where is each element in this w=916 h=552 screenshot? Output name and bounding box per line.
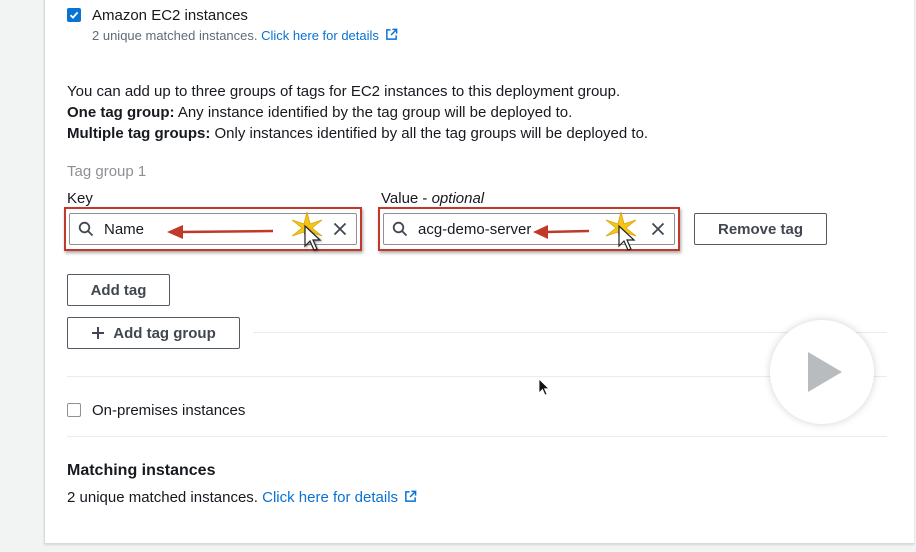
tag-group-title: Tag group 1 [67, 163, 147, 180]
add-tag-group-button[interactable]: Add tag group [67, 317, 240, 349]
add-tag-group-label: Add tag group [113, 324, 216, 342]
ec2-details-link-label: Click here for details [261, 28, 379, 43]
ec2-instances-label: Amazon EC2 instances [92, 7, 248, 24]
matching-details-link[interactable]: Click here for details [262, 489, 417, 506]
matching-instances-title: Matching instances [67, 462, 216, 479]
deployment-group-panel: Amazon EC2 instances 2 unique matched in… [44, 0, 914, 544]
plus-icon [92, 327, 105, 339]
one-tag-group-label: One tag group: [67, 104, 175, 121]
ec2-details-link[interactable]: Click here for details [261, 28, 398, 43]
mouse-cursor-icon [538, 378, 550, 396]
info-line-2: One tag group: Any instance identified b… [67, 102, 887, 123]
remove-tag-button[interactable]: Remove tag [694, 213, 827, 245]
external-link-icon [405, 490, 417, 502]
info-line-3: Multiple tag groups: Only instances iden… [67, 123, 887, 144]
ec2-instances-checkbox[interactable] [67, 8, 81, 22]
multi-tag-group-text: Only instances identified by all the tag… [210, 125, 649, 142]
one-tag-group-text: Any instance identified by the tag group… [174, 104, 573, 121]
on-premises-checkbox[interactable] [67, 403, 81, 417]
add-tag-button[interactable]: Add tag [67, 274, 170, 306]
video-play-button[interactable] [770, 320, 874, 424]
divider [67, 376, 887, 377]
play-icon [808, 352, 842, 392]
divider [67, 436, 887, 437]
ec2-matched-count: 2 unique matched instances. [92, 28, 258, 43]
on-premises-label: On-premises instances [92, 402, 246, 419]
tag-groups-info: You can add up to three groups of tags f… [67, 81, 887, 144]
external-link-icon [386, 28, 398, 40]
check-icon [69, 11, 79, 19]
annotation-arrow-value [533, 225, 590, 239]
multi-tag-group-label: Multiple tag groups: [67, 125, 211, 142]
matching-instances-text: 2 unique matched instances. Click here f… [67, 489, 417, 506]
info-line-1: You can add up to three groups of tags f… [67, 83, 621, 100]
matching-count: 2 unique matched instances. [67, 489, 258, 506]
annotation-arrow-key [167, 225, 274, 239]
matching-details-link-label: Click here for details [262, 489, 399, 506]
ec2-matched-text: 2 unique matched instances. Click here f… [92, 28, 398, 43]
annotation-overlay [167, 211, 637, 251]
